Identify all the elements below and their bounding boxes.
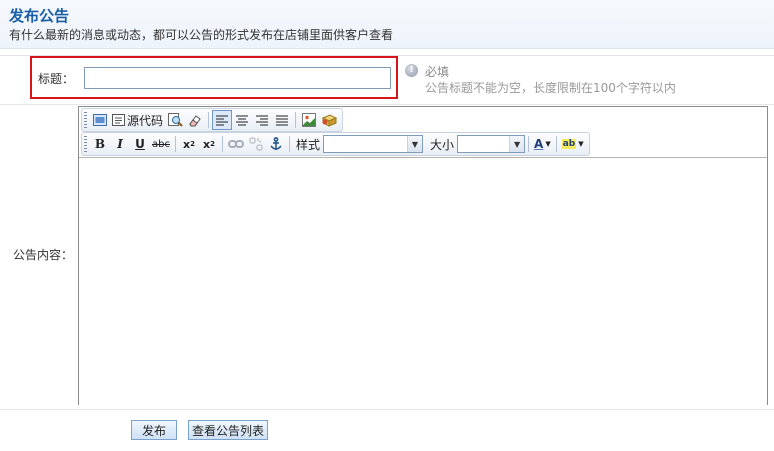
required-hint: 必填 xyxy=(425,65,450,79)
title-length-hint: 公告标题不能为空，长度限制在100个字符以内 xyxy=(425,81,676,95)
font-color-icon: A xyxy=(534,137,544,151)
publish-button[interactable]: 发布 xyxy=(131,420,177,440)
insert-flash-icon[interactable] xyxy=(319,110,339,130)
align-left-icon[interactable] xyxy=(212,110,233,130)
style-select[interactable]: ▼ xyxy=(323,135,423,153)
content-label: 公告内容： xyxy=(13,248,74,262)
title-input[interactable] xyxy=(84,67,391,89)
subscript-icon[interactable]: x2 xyxy=(179,134,199,154)
title-label: 标题： xyxy=(38,72,75,86)
toolbar-separator xyxy=(555,136,557,152)
strikethrough-icon[interactable]: abc xyxy=(150,134,172,154)
toolbar-grip-icon[interactable] xyxy=(84,136,87,152)
page-subtitle: 有什么最新的消息或动态，都可以公告的形式发布在店铺里面供客户查看 xyxy=(9,28,394,42)
toolbar-grip-icon[interactable] xyxy=(84,112,87,128)
toolbar-separator xyxy=(528,136,530,152)
toolbar-separator xyxy=(295,112,297,128)
underline-icon[interactable]: U xyxy=(130,134,150,154)
view-announcement-list-button[interactable]: 查看公告列表 xyxy=(188,420,268,440)
page-header: 发布公告 有什么最新的消息或动态，都可以公告的形式发布在店铺里面供客户查看 xyxy=(0,0,774,49)
toolbar-separator xyxy=(288,136,290,152)
size-select-value xyxy=(458,136,509,152)
preview-icon[interactable] xyxy=(165,110,185,130)
toolbar-separator xyxy=(208,112,210,128)
italic-icon[interactable]: I xyxy=(110,134,130,154)
eraser-icon[interactable] xyxy=(185,110,205,130)
link-icon[interactable] xyxy=(226,134,246,154)
align-justify-icon[interactable] xyxy=(272,110,292,130)
chevron-down-icon: ▼ xyxy=(578,140,584,148)
source-icon xyxy=(112,114,125,126)
editor-content-area[interactable] xyxy=(79,157,767,405)
superscript-icon[interactable]: x2 xyxy=(199,134,219,154)
chevron-down-icon: ▼ xyxy=(545,140,551,148)
toolbar-row-1: 源代码 xyxy=(81,108,344,132)
align-right-icon[interactable] xyxy=(252,110,272,130)
info-icon: ! xyxy=(405,64,418,77)
page-title: 发布公告 xyxy=(9,7,70,25)
toolbar-separator xyxy=(221,136,223,152)
chevron-down-icon: ▼ xyxy=(407,136,422,152)
style-select-value xyxy=(324,136,407,152)
size-select[interactable]: ▼ xyxy=(457,135,526,153)
highlight-icon: ab xyxy=(561,139,577,149)
source-code-label: 源代码 xyxy=(127,113,164,128)
chevron-down-icon: ▼ xyxy=(509,136,525,152)
rich-text-editor: 源代码 B I U abc x 2 x 2 样式 ▼ 大小 ▼ A ▼ ab ▼ xyxy=(78,106,768,405)
editor-toolbar: 源代码 B I U abc x 2 x 2 样式 ▼ 大小 ▼ A ▼ ab ▼ xyxy=(79,107,767,157)
unlink-icon[interactable] xyxy=(246,134,266,154)
insert-image-icon[interactable] xyxy=(299,110,319,130)
source-code-button[interactable]: 源代码 xyxy=(110,110,165,130)
toolbar-separator xyxy=(174,136,176,152)
bold-icon[interactable]: B xyxy=(90,134,110,154)
highlight-color-button[interactable]: ab ▼ xyxy=(560,134,586,154)
style-label: 样式 xyxy=(295,137,320,152)
anchor-icon[interactable] xyxy=(266,134,286,154)
fullscreen-icon[interactable] xyxy=(90,110,110,130)
align-center-icon[interactable] xyxy=(232,110,252,130)
size-label: 大小 xyxy=(430,137,455,152)
font-color-button[interactable]: A ▼ xyxy=(532,134,553,154)
toolbar-row-2: B I U abc x2 x2 样式 ▼ 大小 ▼ A ▼ ab ▼ xyxy=(81,132,590,156)
